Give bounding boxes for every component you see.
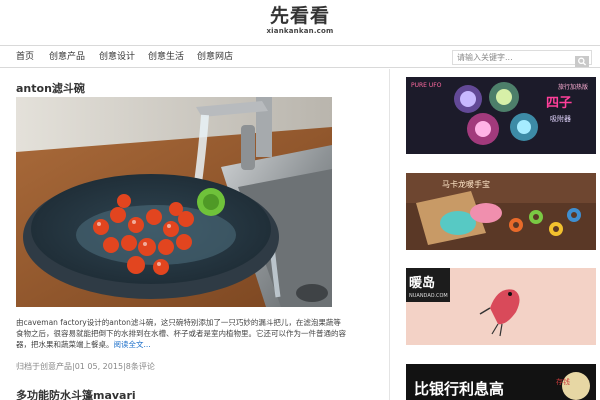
ad-banner-macaron-warmer[interactable]: 马卡龙暖手宝 (406, 173, 596, 250)
next-post-title[interactable]: 多功能防水斗篷mavari (16, 387, 136, 400)
main-nav: 首页 创意产品 创意设计 创意生活 创意网店 (0, 45, 600, 68)
ad-savings-tag: 存钱 (556, 377, 570, 386)
ad-nuandao-domain: NUANDAO.COM (409, 293, 448, 299)
site-logo[interactable]: 先看看 (0, 5, 600, 27)
ad-banner-savings[interactable]: 比银行利息高 存钱 (406, 364, 596, 400)
ad-ufo-sub: 吸附器 (550, 114, 571, 123)
search-button[interactable] (575, 52, 589, 67)
ad-ufo-brand: PURE UFO (411, 82, 442, 89)
search-icon (575, 56, 589, 67)
ad-nuandao-logo: 暖岛 (409, 275, 435, 291)
nav-item-creative-shop[interactable]: 创意网店 (197, 51, 233, 63)
search-box (452, 50, 592, 67)
ad-banner-nuandao-tattoo[interactable]: 暖岛 NUANDAO.COM (406, 268, 596, 345)
nav-item-creative-products[interactable]: 创意产品 (49, 51, 85, 63)
sidebar-divider (389, 69, 390, 400)
post-excerpt-text: 由caveman factory设计的anton滤斗碗，这只碗特别添加了一只巧妙… (16, 318, 346, 349)
ad-ufo-tag: 旅行加热版 (558, 83, 588, 91)
post-image-colander-bowl[interactable] (16, 97, 332, 307)
site-domain: xiankankan.com (266, 27, 334, 35)
read-more-link[interactable]: 阅读全文... (114, 340, 151, 349)
post-title[interactable]: anton滤斗碗 (16, 80, 85, 96)
ad-macaron-title: 马卡龙暖手宝 (442, 179, 490, 189)
search-input[interactable] (453, 51, 571, 64)
ad-banner-ufo-lights[interactable]: PURE UFO 旅行加热版 四子 吸附器 (406, 77, 596, 154)
nav-item-creative-life[interactable]: 创意生活 (148, 51, 184, 63)
ad-ufo-title: 四子 (546, 96, 572, 111)
post-excerpt: 由caveman factory设计的anton滤斗碗，这只碗特别添加了一只巧妙… (16, 317, 346, 350)
site-header: 先看看 xiankankan.com (0, 0, 600, 45)
nav-item-creative-design[interactable]: 创意设计 (99, 51, 135, 63)
post-meta: 归档于创意产品|01 05, 2015|8条评论 (16, 362, 155, 371)
ad-savings-headline: 比银行利息高 (414, 380, 504, 398)
nav-item-home[interactable]: 首页 (16, 51, 34, 63)
